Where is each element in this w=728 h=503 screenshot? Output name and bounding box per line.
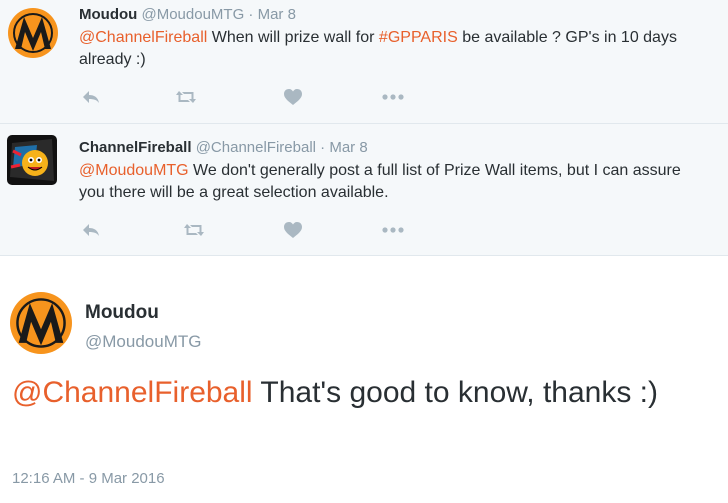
separator-dot: · [248, 6, 254, 23]
tweet-text-part: That's good to know, thanks :) [252, 376, 658, 409]
separator-dot: · [320, 139, 326, 156]
moudou-logo-icon [8, 8, 58, 58]
tweet-header: Moudou @MoudouMTG · Mar 8 [79, 5, 708, 25]
fullname[interactable]: Moudou [79, 6, 137, 23]
tweet-text-part: When will prize wall for [207, 29, 379, 46]
username[interactable]: @MoudouMTG [141, 6, 244, 23]
reply-icon [83, 91, 99, 103]
reply-tweet-2: ChannelFireball @ChannelFireball · Mar 8… [0, 124, 728, 256]
like-button[interactable] [281, 220, 305, 240]
username[interactable]: @ChannelFireball [196, 139, 316, 156]
username[interactable]: @MoudouMTG [85, 332, 201, 352]
reply-button[interactable] [79, 87, 103, 107]
timestamp[interactable]: Mar 8 [258, 6, 296, 23]
channelfireball-logo-icon [7, 135, 57, 185]
moudou-logo-icon [10, 292, 72, 354]
retweet-button[interactable] [174, 87, 198, 107]
reply-tweet-1: Moudou @MoudouMTG · Mar 8 @ChannelFireba… [0, 0, 728, 124]
retweet-icon [176, 91, 196, 103]
like-icon [284, 222, 302, 238]
tweet-actions [79, 220, 419, 240]
reply-icon [83, 224, 99, 236]
avatar[interactable] [10, 292, 72, 354]
retweet-icon [184, 224, 204, 236]
tweet-text: @MoudouMTG We don't generally post a ful… [79, 160, 708, 204]
main-tweet: Moudou @MoudouMTG @ChannelFireball That'… [0, 256, 728, 503]
fullname[interactable]: ChannelFireball [79, 139, 192, 156]
more-icon [382, 227, 404, 233]
hashtag-link[interactable]: #GPPARIS [379, 29, 458, 46]
mention-link[interactable]: @MoudouMTG [79, 162, 189, 179]
avatar[interactable] [8, 8, 58, 58]
more-button[interactable] [381, 220, 405, 240]
mention-link[interactable]: @ChannelFireball [12, 376, 253, 409]
retweet-button[interactable] [182, 220, 206, 240]
like-icon [284, 89, 302, 105]
more-button[interactable] [381, 87, 405, 107]
like-button[interactable] [281, 87, 305, 107]
more-icon [382, 94, 404, 100]
tweet-actions [79, 87, 419, 107]
fullname[interactable]: Moudou [85, 302, 159, 324]
reply-button[interactable] [79, 220, 103, 240]
timestamp[interactable]: Mar 8 [329, 139, 367, 156]
tweet-text: @ChannelFireball That's good to know, th… [12, 374, 712, 412]
timestamp[interactable]: 12:16 AM - 9 Mar 2016 [12, 470, 165, 487]
tweet-text: @ChannelFireball When will prize wall fo… [79, 27, 708, 71]
avatar[interactable] [7, 135, 57, 185]
mention-link[interactable]: @ChannelFireball [79, 29, 207, 46]
tweet-header: ChannelFireball @ChannelFireball · Mar 8 [79, 138, 708, 158]
